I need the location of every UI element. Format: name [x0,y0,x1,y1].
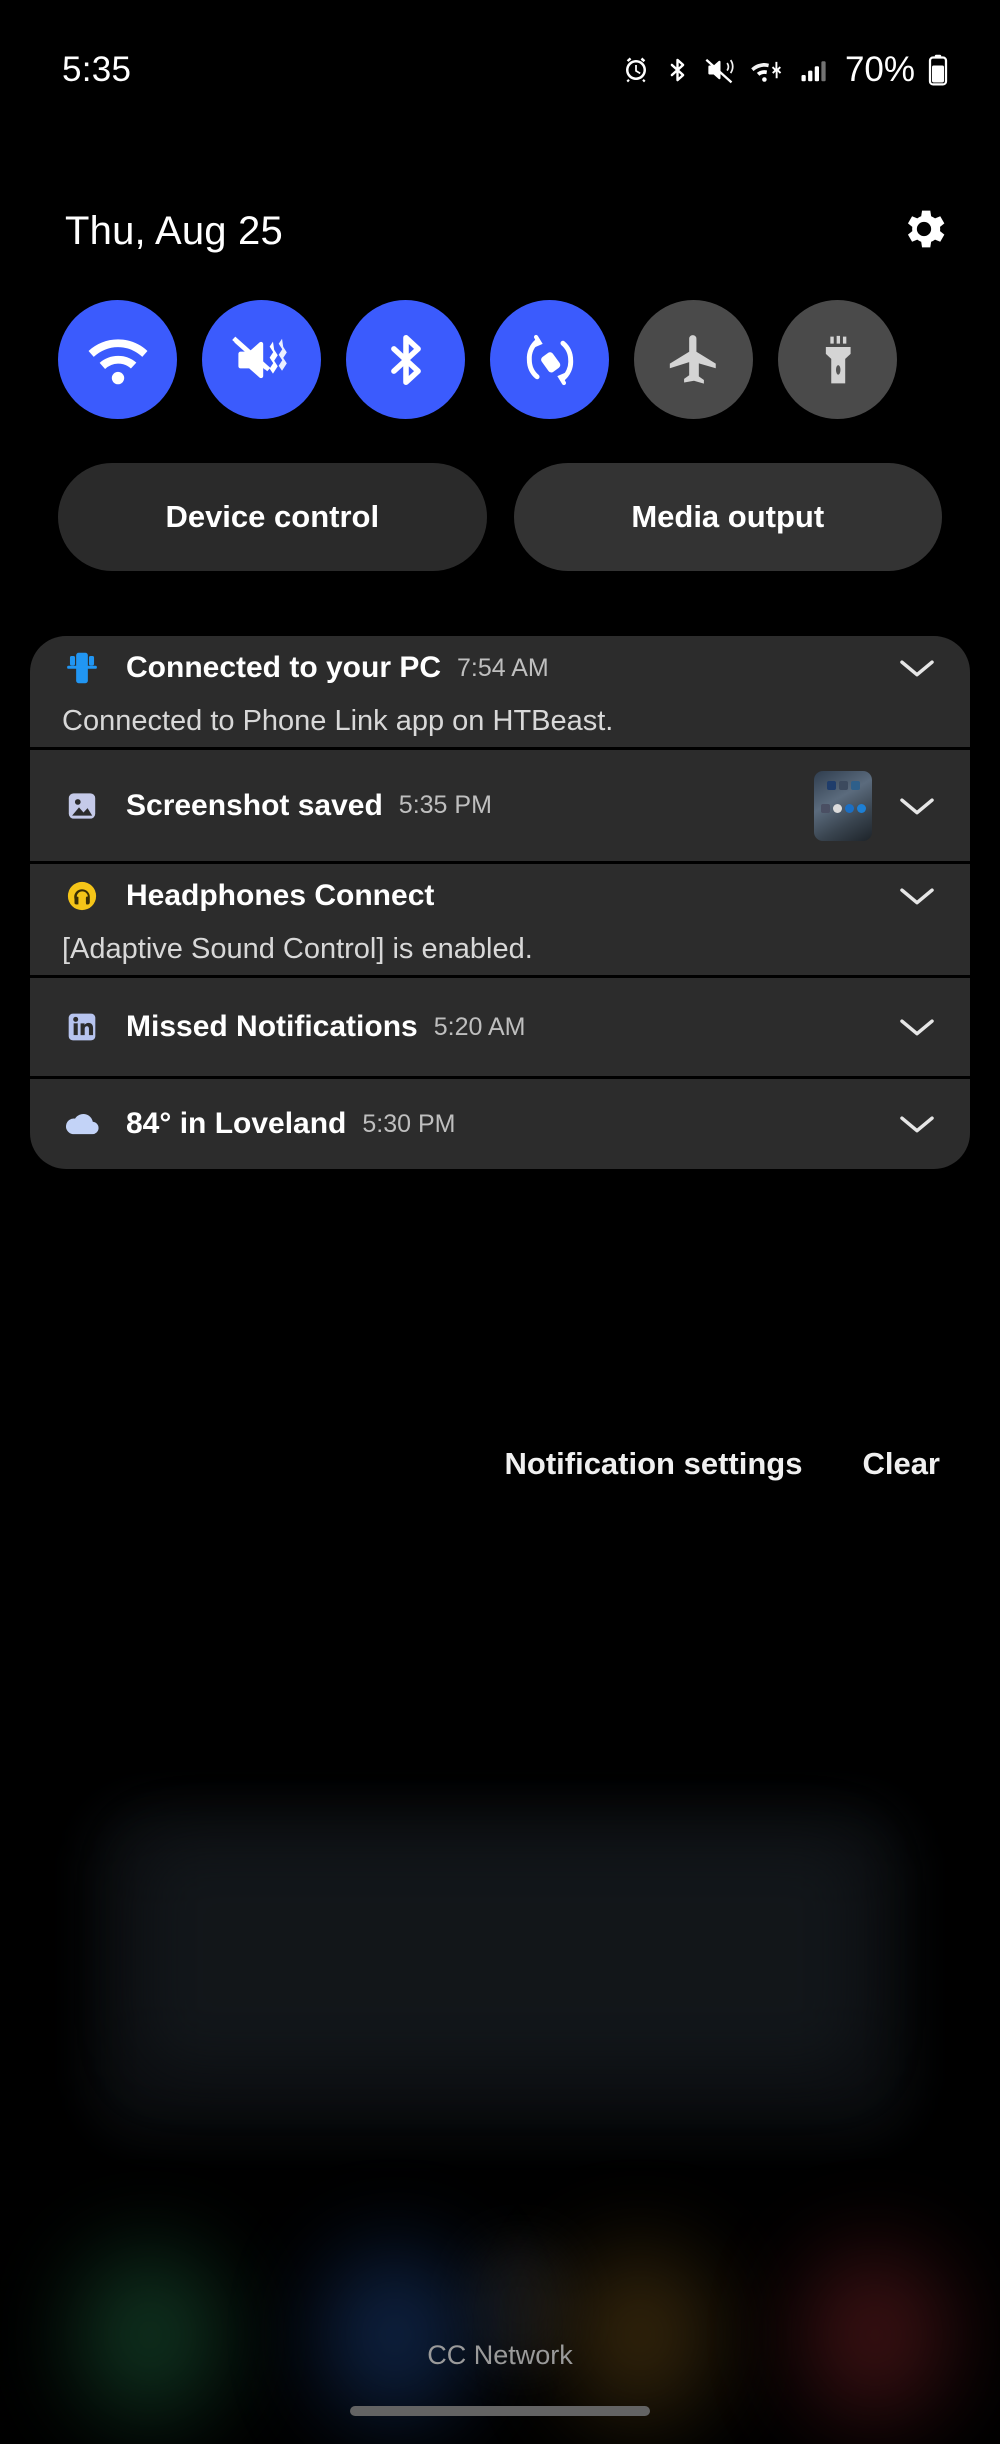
status-clock: 5:35 [62,50,132,89]
image-icon [62,786,102,826]
carrier-label: CC Network [427,2340,573,2370]
notification-title: Screenshot saved [126,788,383,822]
qs-tile-auto-rotate[interactable] [490,300,609,419]
home-gesture-bar[interactable] [350,2406,650,2416]
status-bar: 5:35 70% [0,0,1000,140]
chevron-down-icon[interactable] [894,1101,940,1147]
wifi-data-icon [750,55,786,85]
clear-all-button[interactable]: Clear [862,1446,940,1482]
cloud-icon [62,1104,102,1144]
notification-title: Missed Notifications [126,1010,418,1043]
notification-footer: Notification settings Clear [0,1424,1000,1504]
notification-headphones-connect[interactable]: Headphones Connect [Adaptive Sound Contr… [30,864,970,975]
notification-time: 5:30 PM [362,1109,456,1138]
qs-tile-bluetooth[interactable] [346,300,465,419]
shade-header: Thu, Aug 25 [0,183,1000,279]
qs-tile-flashlight[interactable] [778,300,897,419]
quick-settings-row [0,300,1000,419]
qs-tile-vibrate[interactable] [202,300,321,419]
chevron-down-icon[interactable] [894,645,940,691]
media-output-button[interactable]: Media output [513,463,942,571]
headphones-icon [62,876,102,916]
chevron-down-icon[interactable] [894,1004,940,1050]
dock-icon-red [800,2250,950,2420]
notification-time: 5:20 AM [433,1012,526,1041]
vibrate-mute-icon [704,55,737,85]
notification-weather-loveland[interactable]: 84° in Loveland 5:30 PM [30,1079,970,1169]
notification-settings-button[interactable]: Notification settings [505,1446,803,1482]
qs-tile-wifi[interactable] [58,300,177,419]
notification-stack: Connected to your PC 7:54 AM Connected t… [30,636,970,1169]
signal-bars-icon [799,55,829,85]
dock-icon-orange [565,2250,715,2420]
notification-body: Connected to Phone Link app on HTBeast. [62,705,614,737]
battery-icon [928,54,948,86]
notification-body: [Adaptive Sound Control] is enabled. [62,933,533,965]
notification-linkedin-missed[interactable]: Missed Notifications 5:20 AM [30,978,970,1076]
wallpaper-widget-blur-inner [140,1840,860,2070]
notification-time: 7:54 AM [457,653,549,682]
linkedin-icon [62,1007,102,1047]
shade-date-label: Thu, Aug 25 [65,208,283,253]
notification-title: Connected to your PC [126,651,442,684]
dock-icon-blue [320,2250,470,2420]
status-icon-group: 70% [621,50,948,90]
phone-link-icon [62,648,102,688]
control-row: Device control Media output [0,463,1000,571]
screenshot-thumbnail[interactable] [814,770,872,841]
notification-title: 84° in Loveland [126,1107,347,1140]
bluetooth-icon [664,55,691,85]
chevron-down-icon[interactable] [894,783,940,829]
qs-tile-airplane[interactable] [634,300,753,419]
battery-percent-label: 70% [844,50,915,89]
notification-time: 5:35 PM [398,791,492,819]
notification-screenshot-saved[interactable]: Screenshot saved 5:35 PM [30,750,970,861]
dock-icon-green [75,2250,225,2420]
notification-connected-to-pc[interactable]: Connected to your PC 7:54 AM Connected t… [30,636,970,747]
notification-title: Headphones Connect [126,879,435,912]
device-control-button[interactable]: Device control [58,463,487,571]
gear-icon[interactable] [898,203,950,260]
chevron-down-icon[interactable] [894,873,940,919]
alarm-icon [621,55,651,85]
